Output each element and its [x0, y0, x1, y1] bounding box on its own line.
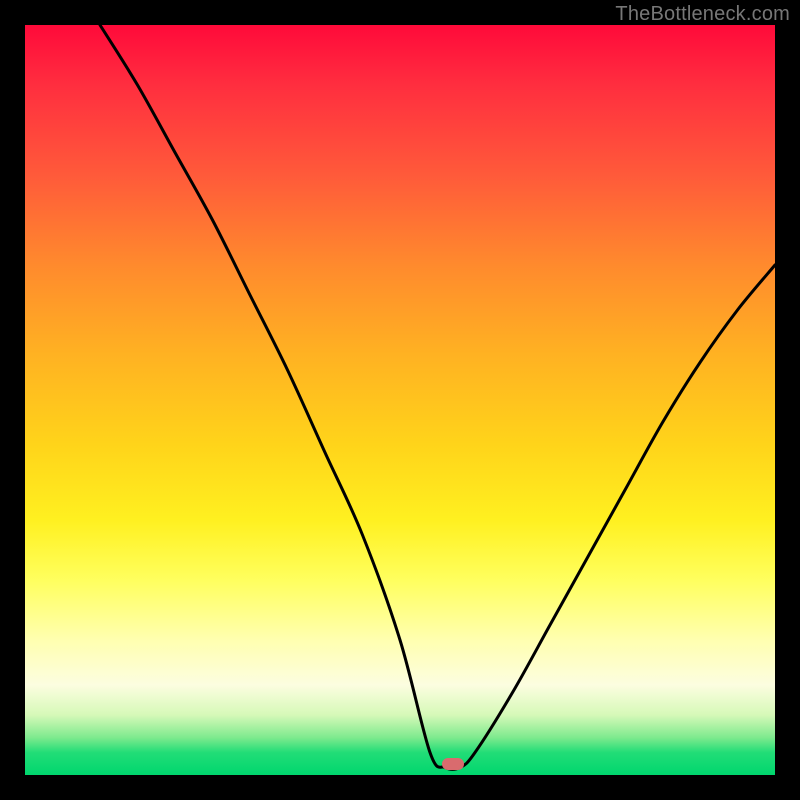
bottleneck-curve	[25, 25, 775, 775]
gradient-plot-area	[25, 25, 775, 775]
curve-path	[100, 25, 775, 769]
optimal-point-marker	[442, 758, 464, 770]
chart-frame: TheBottleneck.com	[0, 0, 800, 800]
watermark-text: TheBottleneck.com	[615, 3, 790, 26]
